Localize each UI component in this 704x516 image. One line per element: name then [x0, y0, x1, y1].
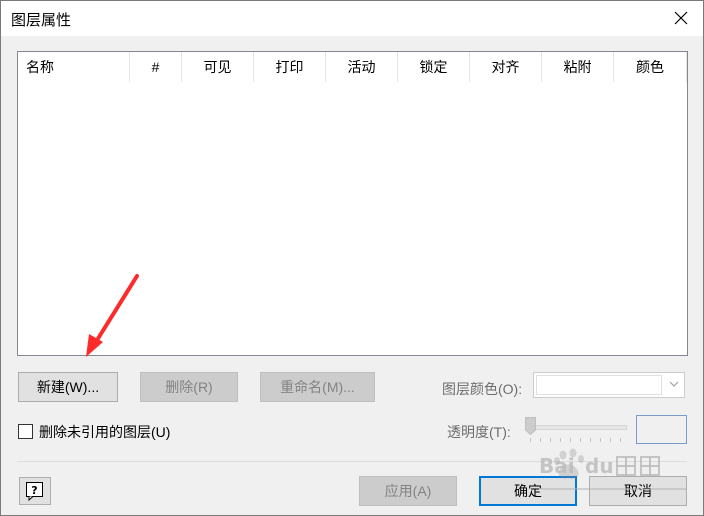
- column-header-name[interactable]: 名称: [18, 52, 130, 82]
- column-header-visible[interactable]: 可见: [182, 52, 254, 82]
- svg-text:Bai: Bai: [539, 454, 575, 478]
- dialog-title: 图层属性: [11, 12, 72, 29]
- svg-text:?: ?: [31, 484, 37, 497]
- delete-layer-button[interactable]: 删除(R): [140, 372, 238, 402]
- column-header-snap[interactable]: 对齐: [470, 52, 542, 82]
- apply-button[interactable]: 应用(A): [359, 476, 457, 506]
- column-header-color[interactable]: 颜色: [614, 52, 687, 82]
- remove-unreferenced-checkbox[interactable]: [18, 424, 33, 439]
- watermark-logo: Bai du: [539, 448, 687, 490]
- transparency-slider-thumb[interactable]: [525, 417, 536, 435]
- remove-unreferenced-label[interactable]: 删除未引用的图层(U): [39, 422, 170, 442]
- column-header-print[interactable]: 打印: [254, 52, 326, 82]
- annotation-arrow: [86, 274, 139, 357]
- close-button[interactable]: [659, 1, 703, 36]
- layer-color-value: [536, 375, 662, 395]
- transparency-slider-ticks: [530, 438, 621, 442]
- transparency-value-field[interactable]: [636, 415, 687, 444]
- layer-properties-dialog: 图层属性 名称 # 可见 打印 活动 锁定 对齐 粘附 颜色 新建(W)... …: [0, 0, 704, 516]
- transparency-slider-track[interactable]: [527, 425, 627, 430]
- transparency-label: 透明度(T):: [447, 424, 511, 440]
- help-icon: ?: [26, 482, 43, 501]
- new-layer-button[interactable]: 新建(W)...: [18, 372, 118, 402]
- column-header-active[interactable]: 活动: [326, 52, 398, 82]
- title-bar: 图层属性: [1, 1, 703, 36]
- column-header-lock[interactable]: 锁定: [398, 52, 470, 82]
- layers-list-header: 名称 # 可见 打印 活动 锁定 对齐 粘附 颜色: [18, 52, 687, 82]
- layer-color-label: 图层颜色(O):: [442, 381, 523, 397]
- column-header-glue[interactable]: 粘附: [542, 52, 614, 82]
- help-button[interactable]: ?: [19, 477, 51, 505]
- close-icon: [674, 11, 688, 25]
- chevron-down-icon: [669, 381, 679, 387]
- layer-color-dropdown[interactable]: [533, 372, 685, 398]
- column-header-number[interactable]: #: [130, 52, 182, 82]
- rename-layer-button[interactable]: 重命名(M)...: [260, 372, 375, 402]
- svg-text:du: du: [585, 454, 614, 478]
